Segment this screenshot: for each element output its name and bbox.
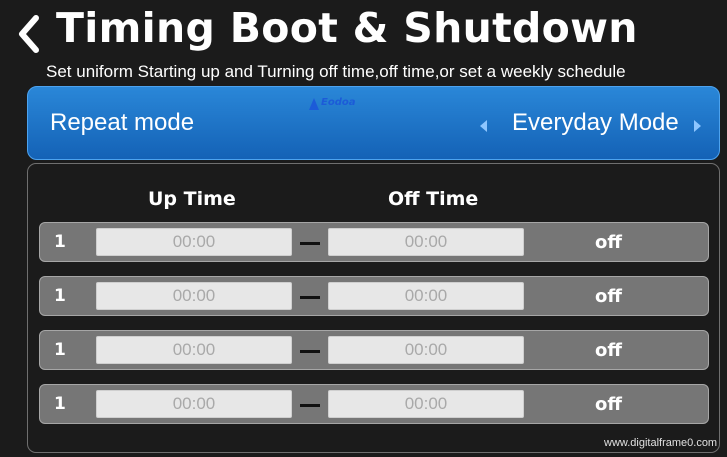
range-dash [300, 404, 320, 407]
up-time-field[interactable]: 00:00 [96, 228, 292, 256]
row-status-toggle[interactable]: off [595, 340, 622, 361]
off-time-field[interactable]: 00:00 [328, 336, 524, 364]
off-time-header: Off Time [388, 188, 479, 210]
schedule-row: 1 00:00 00:00 off [39, 384, 709, 424]
header: Timing Boot & Shutdown Set uniform Start… [12, 4, 717, 84]
off-time-field[interactable]: 00:00 [328, 228, 524, 256]
repeat-mode-value: Everyday Mode [512, 109, 679, 136]
range-dash [300, 242, 320, 245]
schedule-row: 1 00:00 00:00 off [39, 222, 709, 262]
range-dash [300, 350, 320, 353]
schedule-row: 1 00:00 00:00 off [39, 276, 709, 316]
page-subtitle: Set uniform Starting up and Turning off … [46, 62, 626, 81]
row-status-toggle[interactable]: off [595, 286, 622, 307]
off-time-field[interactable]: 00:00 [328, 390, 524, 418]
row-number: 1 [54, 394, 66, 414]
row-status-toggle[interactable]: off [595, 394, 622, 415]
up-time-field[interactable]: 00:00 [96, 282, 292, 310]
row-status-toggle[interactable]: off [595, 232, 622, 253]
up-time-header: Up Time [148, 188, 236, 210]
schedule-panel: Up Time Off Time 1 00:00 00:00 off 1 00:… [27, 163, 720, 453]
logo-text: Eodoa [321, 97, 356, 108]
next-mode-arrow-icon[interactable] [694, 120, 701, 132]
row-number: 1 [54, 340, 66, 360]
repeat-mode-bar[interactable]: Repeat mode Eodoa Everyday Mode [27, 86, 720, 160]
previous-mode-arrow-icon[interactable] [480, 120, 487, 132]
up-time-field[interactable]: 00:00 [96, 336, 292, 364]
off-time-field[interactable]: 00:00 [328, 282, 524, 310]
up-time-field[interactable]: 00:00 [96, 390, 292, 418]
range-dash [300, 296, 320, 299]
row-number: 1 [54, 286, 66, 306]
watermark: www.digitalframe0.com [604, 437, 718, 449]
row-number: 1 [54, 232, 66, 252]
schedule-row: 1 00:00 00:00 off [39, 330, 709, 370]
brand-logo: Eodoa [309, 97, 399, 111]
logo-mark-icon [309, 98, 319, 110]
repeat-mode-label: Repeat mode [50, 109, 195, 136]
page-title: Timing Boot & Shutdown [56, 4, 638, 52]
back-chevron-icon[interactable] [12, 10, 48, 58]
